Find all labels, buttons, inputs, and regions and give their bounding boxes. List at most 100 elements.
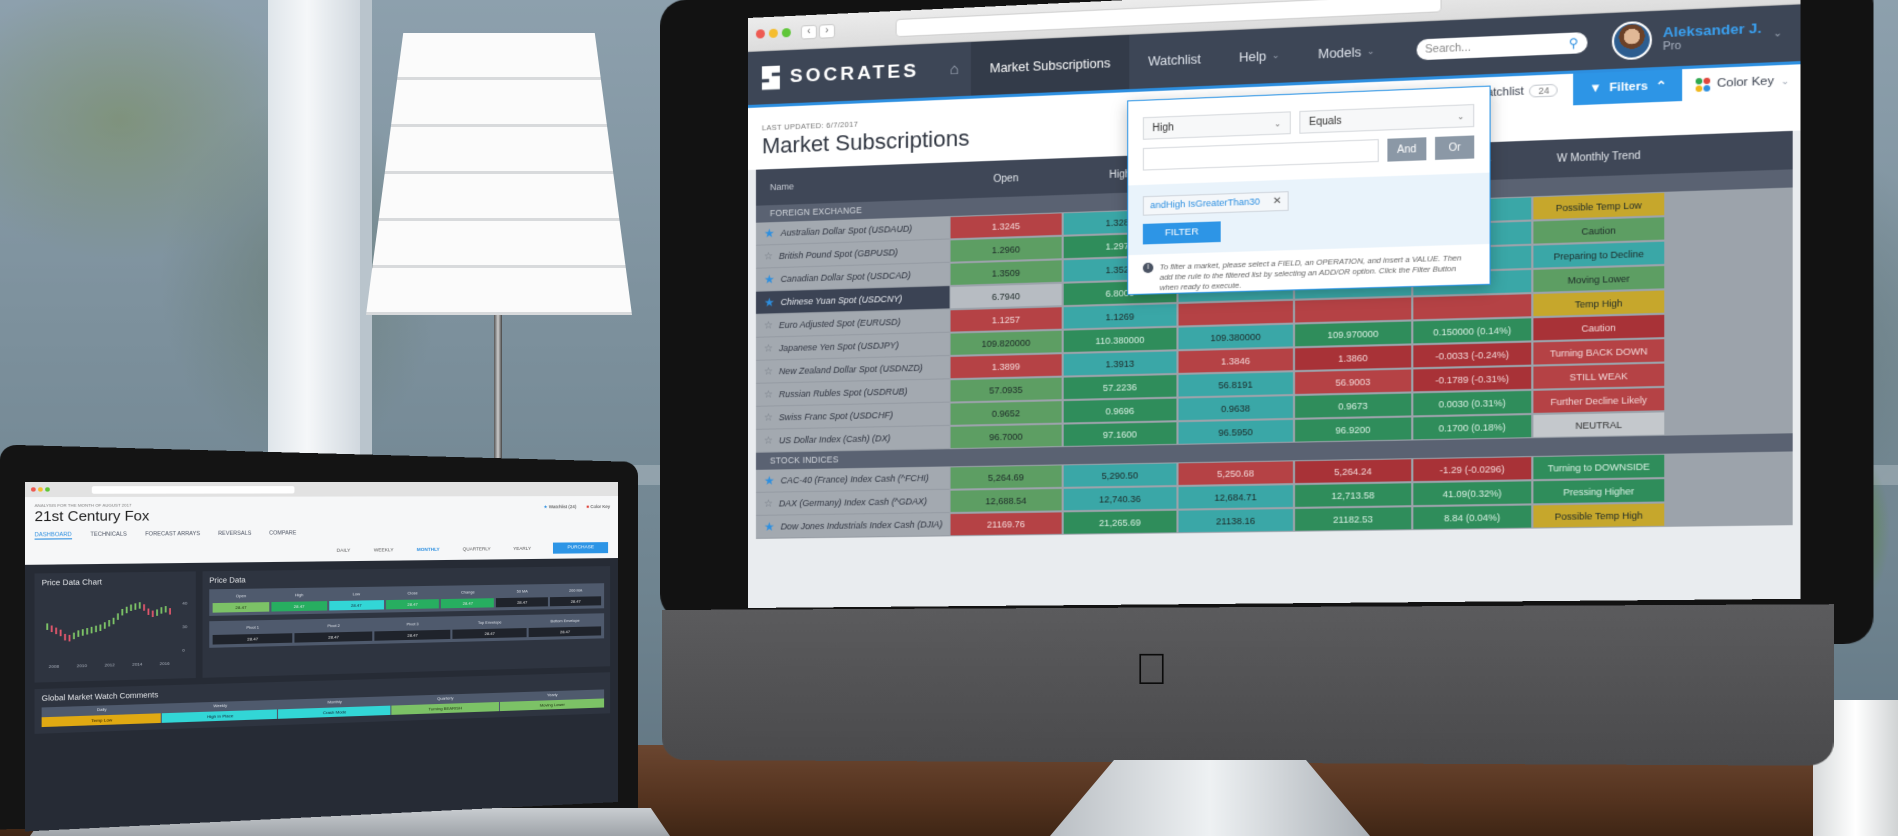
value-cell: 109.380000 xyxy=(1178,324,1293,350)
star-outline-icon[interactable]: ☆ xyxy=(764,320,773,331)
forward-icon[interactable]: › xyxy=(818,23,836,39)
candle xyxy=(164,606,167,613)
value-cell: 12,684.71 xyxy=(1178,485,1293,509)
color-key-button[interactable]: ■ Color Key xyxy=(586,504,610,510)
search-input[interactable]: Search... ⚲ xyxy=(1416,31,1588,60)
socrates-logo-icon xyxy=(762,65,780,90)
star-outline-icon[interactable]: ☆ xyxy=(764,251,773,262)
star-filled-icon[interactable]: ★ xyxy=(764,272,775,286)
star-outline-icon[interactable]: ☆ xyxy=(764,366,773,377)
candle xyxy=(112,617,115,625)
socrates-logo[interactable]: SOCRATES xyxy=(748,58,937,90)
market-name-cell[interactable]: ★ CAC-40 (France) Index Cash (^FCHI) xyxy=(755,466,950,493)
value-cell: 12,713.58 xyxy=(1295,483,1412,507)
column-header-w-monthly-trend[interactable]: W Monthly Trend xyxy=(1532,149,1665,165)
tab-dashboard[interactable]: DASHBOARD xyxy=(34,531,72,540)
star-outline-icon[interactable]: ☆ xyxy=(764,498,773,509)
nav-models[interactable]: Models ⌄ xyxy=(1299,23,1394,82)
value-cell xyxy=(1295,297,1412,323)
nav-label: Help xyxy=(1238,48,1267,65)
star-filled-icon[interactable]: ★ xyxy=(764,520,775,534)
color-key-icon: ■ xyxy=(586,504,590,510)
operation-select[interactable]: Equals ⌄ xyxy=(1299,104,1475,134)
purchase-button[interactable]: PURCHASE xyxy=(553,542,609,554)
filter-button[interactable]: FILTER xyxy=(1142,220,1221,244)
star-outline-icon[interactable]: ☆ xyxy=(764,389,773,400)
star-filled-icon[interactable]: ★ xyxy=(764,295,775,309)
tab-forecast-arrays[interactable]: FORECAST ARRAYS xyxy=(145,531,200,539)
candle xyxy=(59,629,62,637)
close-icon[interactable]: ✕ xyxy=(1273,195,1282,207)
candle xyxy=(50,625,53,633)
nav-market-subscriptions[interactable]: Market Subscriptions xyxy=(971,34,1130,96)
period-weekly[interactable]: WEEKLY xyxy=(374,547,394,552)
watchlist-label: Watchlist xyxy=(548,504,568,510)
watchlist-button[interactable]: ★ Watchlist (24) xyxy=(543,504,576,510)
filters-button[interactable]: ▼ Filters ⌃ xyxy=(1573,69,1683,106)
star-filled-icon[interactable]: ★ xyxy=(764,226,775,240)
value-cell: 0.9638 xyxy=(1178,396,1293,421)
column-header-open[interactable]: Open xyxy=(950,171,1063,186)
value-cell: 110.380000 xyxy=(1063,327,1177,353)
star-filled-icon[interactable]: ★ xyxy=(764,474,775,488)
candle xyxy=(151,610,154,618)
search-icon[interactable]: ⚲ xyxy=(1569,35,1579,50)
or-button[interactable]: Or xyxy=(1435,135,1475,160)
apple-logo-icon:  xyxy=(1135,645,1168,695)
color-key-button[interactable]: Color Key ⌄ xyxy=(1695,74,1789,92)
value-cell: 1.3860 xyxy=(1295,345,1412,371)
maximize-window-icon[interactable] xyxy=(45,487,50,492)
market-name: Russian Rubles Spot (USDRUB) xyxy=(778,386,908,400)
star-outline-icon[interactable]: ☆ xyxy=(764,343,773,354)
filter-help-text: To filter a market, please select a FIEL… xyxy=(1159,252,1462,292)
laptop-page-header: ANALYSIS FOR THE MONTH OF AUGUST 2017 21… xyxy=(25,496,618,565)
value-cell: 57.2236 xyxy=(1063,374,1177,400)
value-cell: 1.3846 xyxy=(1178,348,1293,373)
user-menu[interactable]: Aleksander J. Pro ⌄ xyxy=(1587,13,1800,61)
close-window-icon[interactable] xyxy=(755,29,765,39)
filters-label: Filters xyxy=(1609,80,1648,95)
market-name-cell[interactable]: ☆ DAX (Germany) Index Cash (^GDAX) xyxy=(755,489,950,516)
field-select[interactable]: High ⌄ xyxy=(1142,111,1291,140)
value-cell: 8.84 (0.04%) xyxy=(1413,505,1532,530)
home-icon[interactable]: ⌂ xyxy=(937,60,971,79)
nav-watchlist[interactable]: Watchlist xyxy=(1129,31,1220,89)
value-cell: 41.09(0.32%) xyxy=(1413,481,1532,506)
period-monthly[interactable]: MONTHLY xyxy=(417,547,440,552)
value-cell: 0.0030 (0.31%) xyxy=(1413,390,1532,416)
period-yearly[interactable]: YEARLY xyxy=(513,546,531,551)
period-daily[interactable]: DAILY xyxy=(337,548,351,553)
value-cell: 97.1600 xyxy=(1063,422,1177,447)
market-name-cell[interactable]: ★ Dow Jones Industrials Index Cash (DJIA) xyxy=(755,513,950,539)
price-header: High xyxy=(294,593,304,598)
minimize-window-icon[interactable] xyxy=(768,28,778,39)
price-data-panel: Price Data Open High Low Close Change 50 MA 20… xyxy=(202,566,611,678)
back-icon[interactable]: ‹ xyxy=(800,24,817,40)
star-outline-icon[interactable]: ☆ xyxy=(764,435,773,446)
market-name-cell[interactable]: ☆ US Dollar Index (Cash) (DX) xyxy=(755,425,950,453)
candle xyxy=(90,626,93,634)
close-window-icon[interactable] xyxy=(30,487,36,492)
price-header: Change xyxy=(460,590,475,595)
tab-technicals[interactable]: TECHNICALS xyxy=(90,531,127,539)
maximize-window-icon[interactable] xyxy=(781,27,791,38)
and-button[interactable]: And xyxy=(1387,137,1427,162)
value-input[interactable] xyxy=(1142,139,1379,171)
color-key-dot xyxy=(1695,77,1703,85)
value-cell: 96.7000 xyxy=(950,424,1062,449)
column-header-name[interactable]: Name xyxy=(756,176,950,193)
value-cell: -0.1789 (-0.31%) xyxy=(1413,366,1532,392)
market-name: Australian Dollar Spot (USDAUD) xyxy=(780,223,913,238)
tab-reversals[interactable]: REVERSALS xyxy=(218,531,251,539)
period-quarterly[interactable]: QUARTERLY xyxy=(463,546,491,551)
star-outline-icon[interactable]: ☆ xyxy=(764,412,773,423)
tab-compare[interactable]: COMPARE xyxy=(269,530,296,538)
value-cell: 1.1269 xyxy=(1063,304,1177,329)
nav-help[interactable]: Help ⌄ xyxy=(1220,27,1299,85)
minimize-window-icon[interactable] xyxy=(38,487,43,492)
value-cell: 1.1257 xyxy=(950,307,1062,332)
price-header: 50 MA xyxy=(516,589,528,594)
value-cell: -1.29 (-0.0296) xyxy=(1413,457,1532,482)
url-bar[interactable] xyxy=(91,485,295,494)
price-value: 28.47 xyxy=(328,600,384,611)
